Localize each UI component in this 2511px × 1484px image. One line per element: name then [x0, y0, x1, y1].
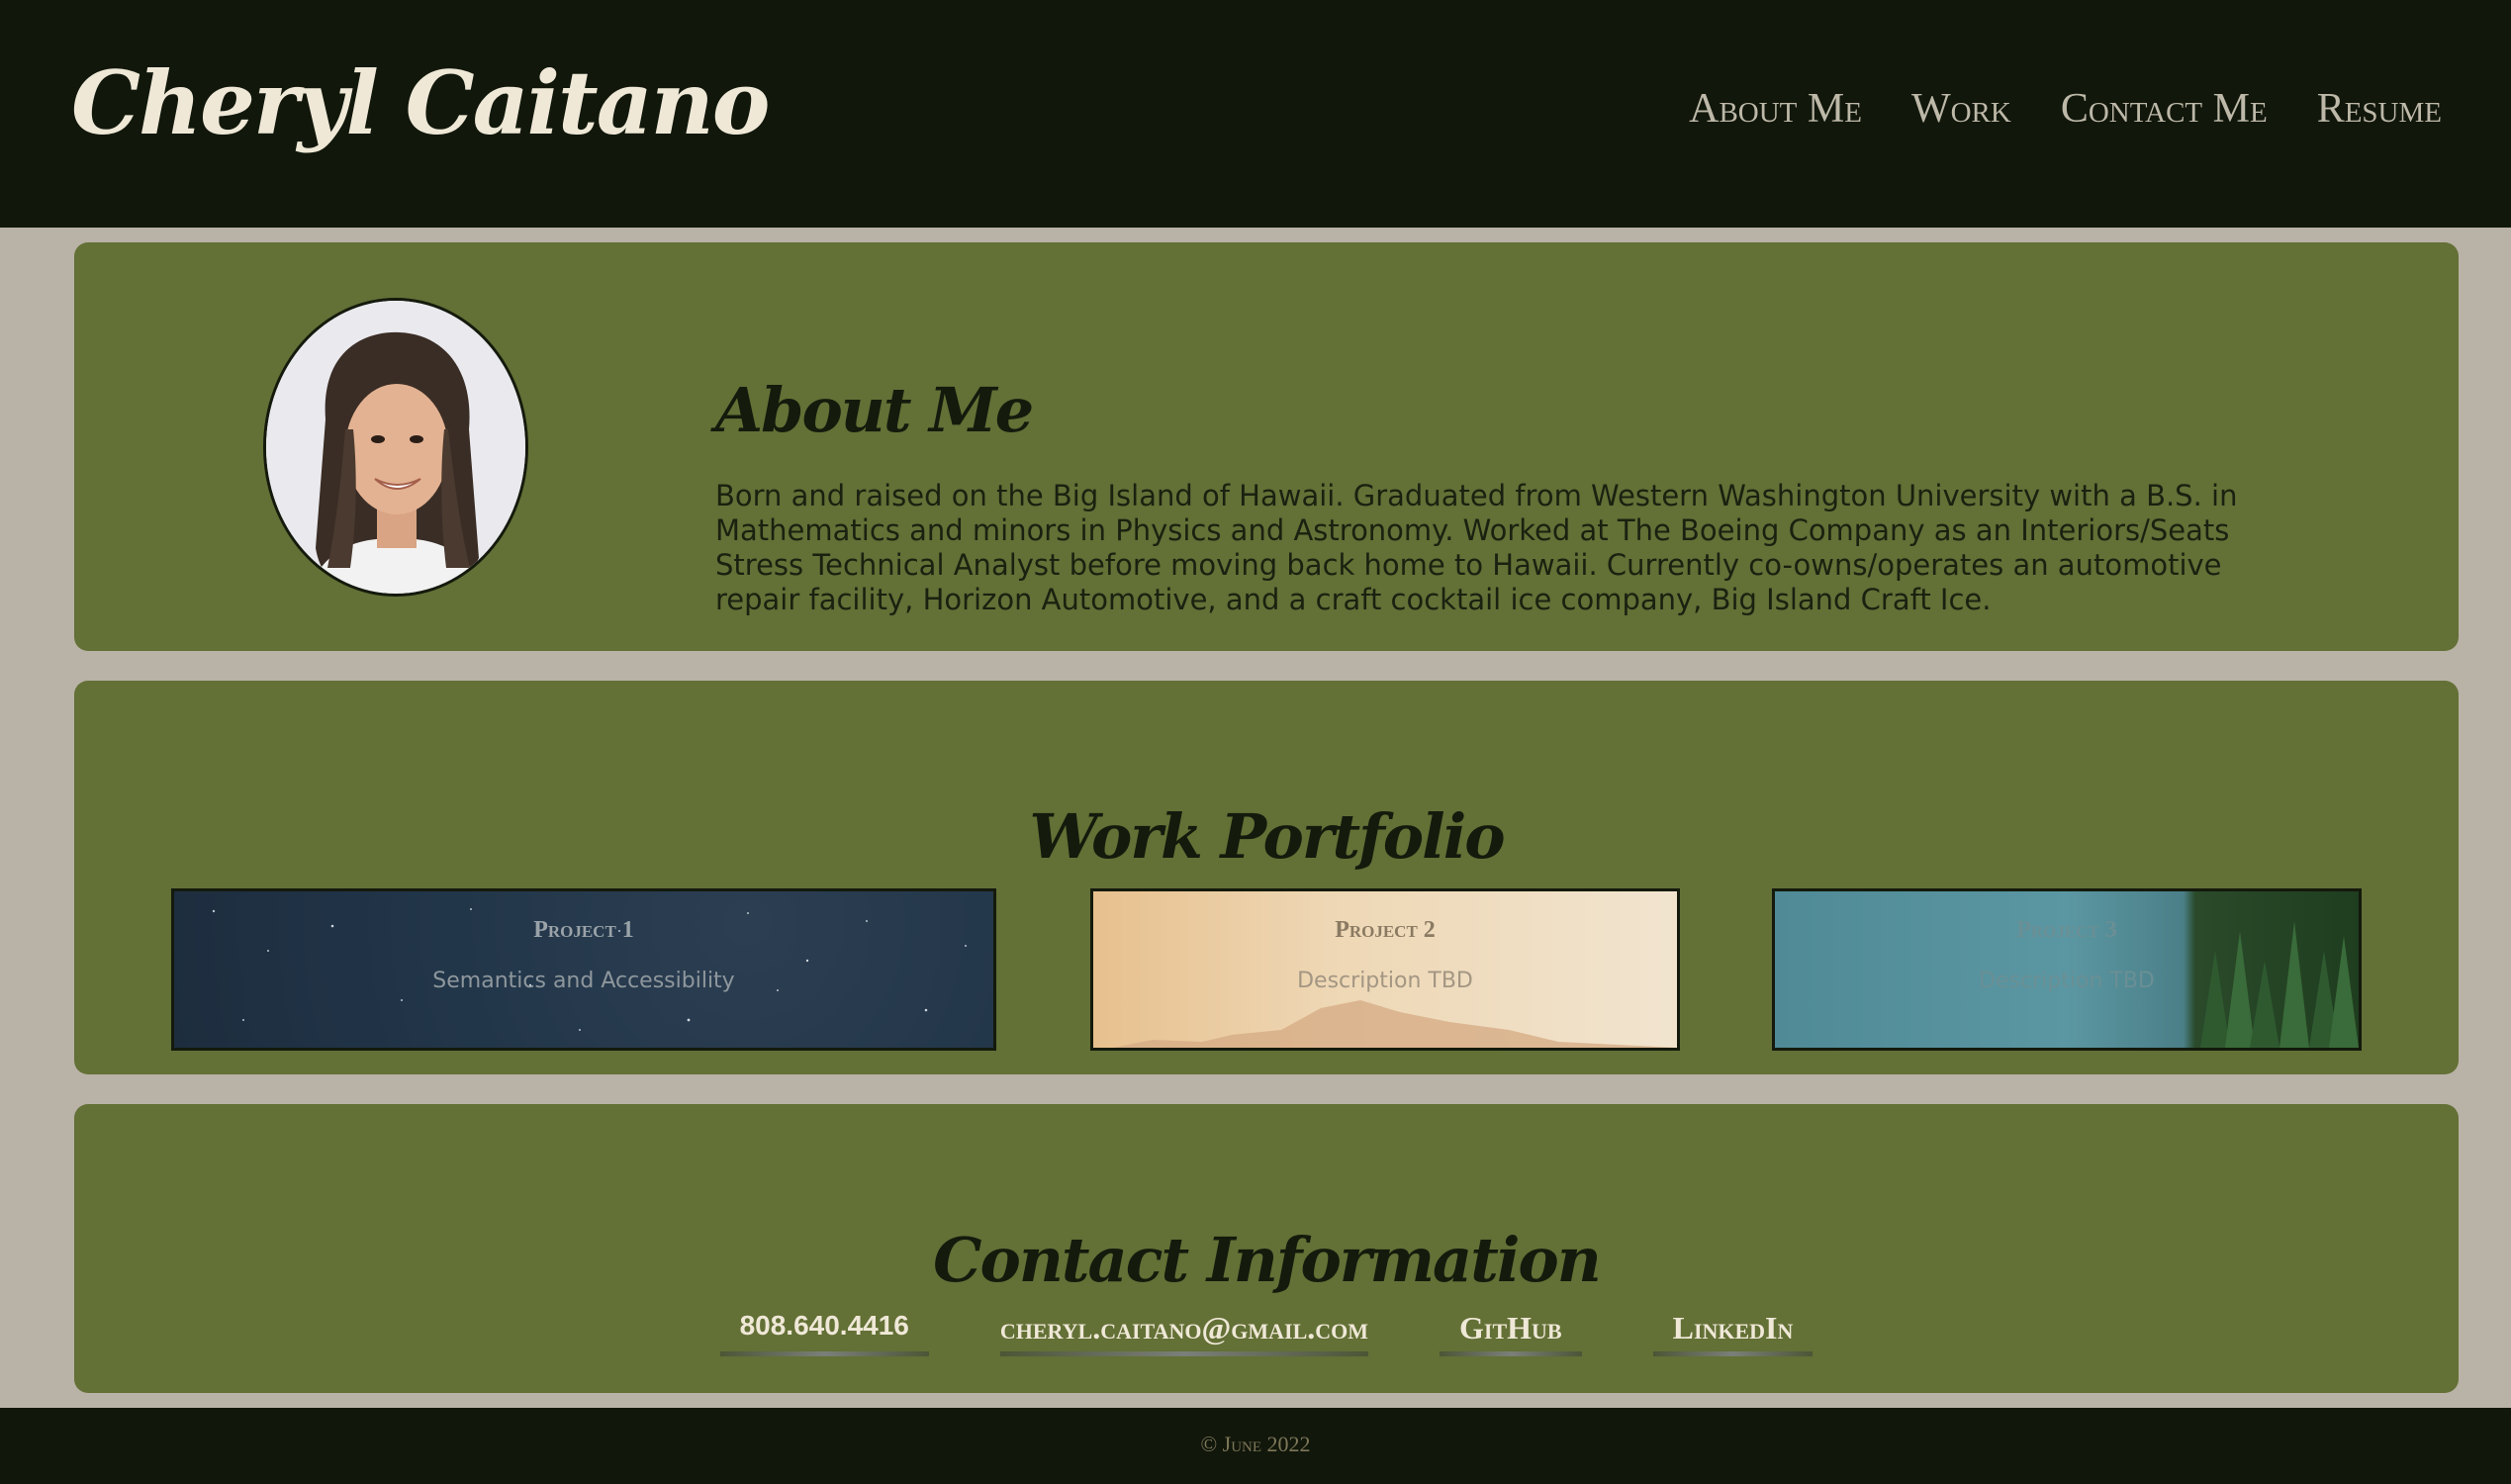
- contact-title: Contact Information: [933, 1224, 1602, 1297]
- about-title: About Me: [715, 374, 1034, 447]
- profile-photo-illustration: [266, 301, 525, 594]
- project-2-description: Description TBD: [1297, 969, 1473, 993]
- work-title: Work Portfolio: [1029, 800, 1505, 874]
- project-3-name: Project 3: [2016, 917, 2117, 943]
- nav-about-me[interactable]: About Me: [1689, 85, 1862, 133]
- email-link[interactable]: cheryl.caitano@gmail.com: [999, 1310, 1369, 1356]
- site-logo[interactable]: Cheryl Caitano: [71, 51, 770, 154]
- site-footer: © June 2022: [0, 1408, 2511, 1484]
- project-card-2[interactable]: Project 2 Description TBD: [1090, 888, 1680, 1051]
- profile-photo: [263, 298, 528, 597]
- about-section: About Me Born and raised on the Big Isla…: [74, 242, 2459, 651]
- contact-section: Contact Information 808.640.4416 cheryl.…: [74, 1104, 2459, 1393]
- nav-resume[interactable]: Resume: [2317, 85, 2442, 133]
- project-1-description: Semantics and Accessibility: [432, 969, 735, 993]
- project-3-description: Description TBD: [1979, 969, 2155, 993]
- project-card-1[interactable]: Project 1 Semantics and Accessibility: [171, 888, 996, 1051]
- about-text: Born and raised on the Big Island of Haw…: [715, 479, 2238, 616]
- nav-contact-me[interactable]: Contact Me: [2061, 85, 2268, 133]
- project-2-name: Project 2: [1335, 917, 1436, 943]
- copyright-text: © June 2022: [1200, 1432, 1311, 1456]
- work-section: Work Portfolio Project 1 Semantics and A…: [74, 681, 2459, 1074]
- main-nav: About Me Work Contact Me Resume: [1689, 85, 2442, 133]
- github-link[interactable]: GitHub: [1440, 1310, 1582, 1356]
- linkedin-link[interactable]: LinkedIn: [1652, 1310, 1814, 1356]
- project-1-name: Project 1: [533, 917, 634, 943]
- nav-work[interactable]: Work: [1911, 85, 2011, 133]
- phone-link[interactable]: 808.640.4416: [719, 1310, 930, 1356]
- site-header: Cheryl Caitano About Me Work Contact Me …: [0, 0, 2511, 228]
- contact-links: 808.640.4416 cheryl.caitano@gmail.com Gi…: [74, 1310, 2459, 1356]
- project-card-3[interactable]: Project 3 Description TBD: [1772, 888, 2362, 1051]
